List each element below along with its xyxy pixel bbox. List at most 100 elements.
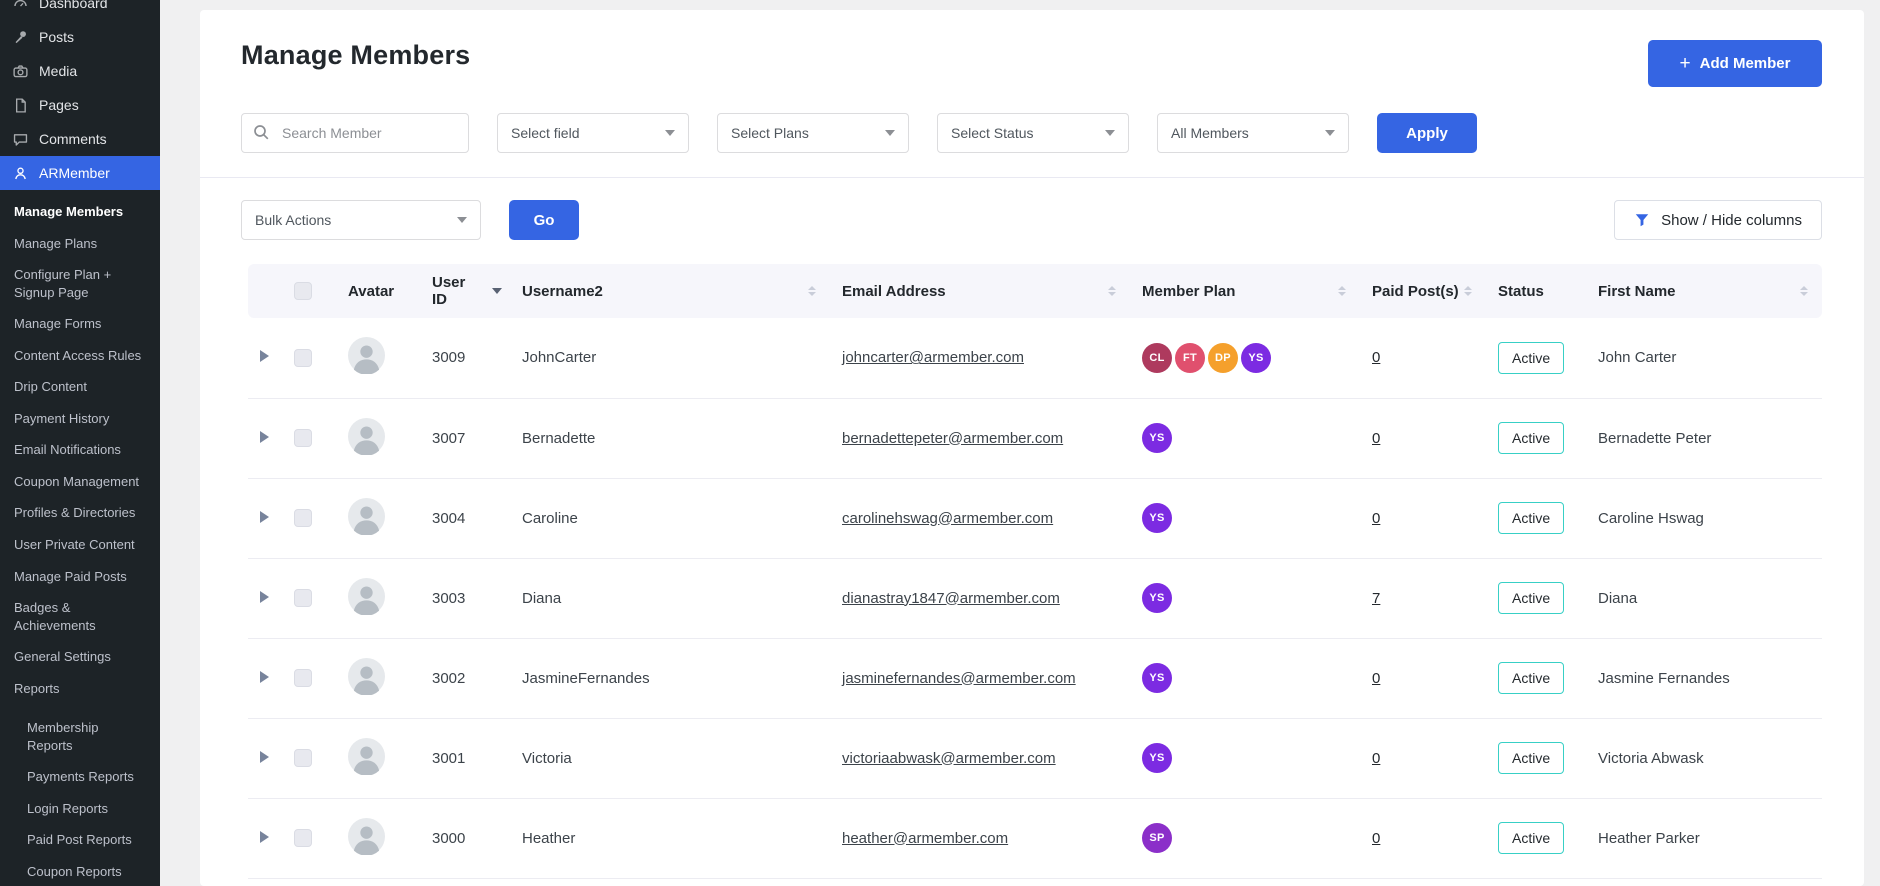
email-link[interactable]: heather@armember.com	[842, 830, 1008, 847]
sidebar-item-pages[interactable]: Pages	[0, 88, 160, 122]
sidebar-item-posts[interactable]: Posts	[0, 20, 160, 54]
plan-badge-sp[interactable]: SP	[1142, 823, 1172, 853]
column-header-status[interactable]: Status	[1486, 264, 1586, 318]
submenu-item-general-settings[interactable]: General Settings	[0, 641, 160, 673]
member-row: 3003 Diana dianastray1847@armember.com Y…	[248, 558, 1822, 639]
sort-desc-icon	[492, 288, 502, 294]
user-id-cell: 3004	[420, 478, 510, 559]
apply-button[interactable]: Apply	[1377, 113, 1477, 153]
sidebar-item-media[interactable]: Media	[0, 54, 160, 88]
sidebar-item-dashboard[interactable]: Dashboard	[0, 0, 160, 20]
show-hide-columns-button[interactable]: Show / Hide columns	[1614, 200, 1822, 240]
row-expand-icon[interactable]	[260, 590, 269, 603]
member-plan-badges: YS	[1142, 583, 1175, 613]
submenu-item-reports[interactable]: Reports	[0, 673, 160, 705]
paid-posts-link[interactable]: 0	[1372, 670, 1380, 687]
submenu-item-manage-forms[interactable]: Manage Forms	[0, 308, 160, 340]
submenu-item-manage-members[interactable]: Manage Members	[0, 196, 160, 228]
plan-badge-ys[interactable]: YS	[1142, 743, 1172, 773]
submenu-item-drip-content[interactable]: Drip Content	[0, 371, 160, 403]
row-checkbox[interactable]	[294, 829, 312, 848]
row-checkbox[interactable]	[294, 509, 312, 528]
email-link[interactable]: carolinehswag@armember.com	[842, 510, 1053, 527]
submenu-item-email-notifications[interactable]: Email Notifications	[0, 434, 160, 466]
email-link[interactable]: victoriaabwask@armember.com	[842, 750, 1056, 767]
bulk-actions-dropdown[interactable]: Bulk Actions	[241, 200, 481, 240]
column-header-first-name[interactable]: First Name	[1586, 264, 1822, 318]
chevron-down-icon	[1105, 130, 1115, 136]
select-field-dropdown[interactable]: Select field	[497, 113, 689, 153]
dashboard-icon	[12, 0, 29, 12]
submenu-item-manage-paid-posts[interactable]: Manage Paid Posts	[0, 561, 160, 593]
paid-posts-link[interactable]: 0	[1372, 430, 1380, 447]
row-expand-icon[interactable]	[260, 350, 269, 363]
paid-posts-link[interactable]: 7	[1372, 590, 1380, 607]
plan-badge-ft[interactable]: FT	[1175, 342, 1205, 373]
select-plans-dropdown[interactable]: Select Plans	[717, 113, 909, 153]
email-link[interactable]: dianastray1847@armember.com	[842, 590, 1060, 607]
sidebar-item-comments[interactable]: Comments	[0, 122, 160, 156]
paid-posts-link[interactable]: 0	[1372, 750, 1380, 767]
row-expand-icon[interactable]	[260, 510, 269, 523]
submenu-item-paid-post-reports[interactable]: Paid Post Reports	[0, 824, 160, 856]
first-name-cell: John Carter	[1586, 318, 1822, 399]
select-status-dropdown[interactable]: Select Status	[937, 113, 1129, 153]
submenu-item-login-reports[interactable]: Login Reports	[0, 793, 160, 825]
row-expand-icon[interactable]	[260, 750, 269, 763]
plan-badge-ys[interactable]: YS	[1241, 342, 1271, 373]
row-expand-icon[interactable]	[260, 830, 269, 843]
submenu-item-membership-reports[interactable]: Membership Reports	[0, 712, 160, 761]
email-link[interactable]: bernadettepeter@armember.com	[842, 430, 1063, 447]
member-plan-badges: SP	[1142, 823, 1175, 853]
submenu-item-payments-reports[interactable]: Payments Reports	[0, 761, 160, 793]
plan-badge-ys[interactable]: YS	[1142, 663, 1172, 693]
submenu-item-badges-achievements[interactable]: Badges & Achievements	[0, 592, 160, 641]
go-button[interactable]: Go	[509, 200, 579, 240]
email-link[interactable]: jasminefernandes@armember.com	[842, 670, 1076, 687]
main-content: Manage Members + Add Member Select field…	[160, 0, 1880, 886]
sidebar-item-armember[interactable]: ARMember	[0, 156, 160, 190]
paid-posts-link[interactable]: 0	[1372, 830, 1380, 847]
row-expand-icon[interactable]	[260, 670, 269, 683]
submenu-item-configure-plan-signup-page[interactable]: Configure Plan + Signup Page	[0, 259, 160, 308]
submenu-item-manage-plans[interactable]: Manage Plans	[0, 228, 160, 260]
table-header-row: Avatar User ID Username2 Email Address M…	[248, 264, 1822, 318]
submenu-item-user-private-content[interactable]: User Private Content	[0, 529, 160, 561]
column-header-user-id[interactable]: User ID	[420, 264, 510, 318]
row-checkbox[interactable]	[294, 669, 312, 688]
avatar	[348, 737, 385, 775]
column-header-email-address[interactable]: Email Address	[830, 264, 1130, 318]
row-checkbox[interactable]	[294, 348, 312, 367]
plan-badge-dp[interactable]: DP	[1208, 342, 1238, 373]
member-row: 3004 Caroline carolinehswag@armember.com…	[248, 478, 1822, 559]
all-members-dropdown[interactable]: All Members	[1157, 113, 1349, 153]
add-member-button[interactable]: + Add Member	[1648, 40, 1822, 87]
submenu-item-profiles-directories[interactable]: Profiles & Directories	[0, 497, 160, 529]
email-link[interactable]: johncarter@armember.com	[842, 349, 1024, 366]
column-header-member-plan[interactable]: Member Plan	[1130, 264, 1360, 318]
search-member-input[interactable]	[241, 113, 469, 153]
paid-posts-link[interactable]: 0	[1372, 510, 1380, 527]
sort-icon	[1464, 286, 1478, 296]
column-header-username2[interactable]: Username2	[510, 264, 830, 318]
column-header-paid-posts[interactable]: Paid Post(s)	[1360, 264, 1486, 318]
user-id-cell: 3009	[420, 318, 510, 399]
plan-badge-ys[interactable]: YS	[1142, 503, 1172, 533]
status-badge: Active	[1498, 502, 1565, 534]
plan-badge-cl[interactable]: CL	[1142, 342, 1172, 373]
member-row: 3001 Victoria victoriaabwask@armember.co…	[248, 718, 1822, 799]
plan-badge-ys[interactable]: YS	[1142, 583, 1172, 613]
submenu-item-coupon-reports[interactable]: Coupon Reports	[0, 856, 160, 886]
select-all-checkbox[interactable]	[294, 282, 312, 301]
plan-badge-ys[interactable]: YS	[1142, 423, 1172, 453]
row-checkbox[interactable]	[294, 589, 312, 608]
submenu-item-payment-history[interactable]: Payment History	[0, 403, 160, 435]
row-expand-icon[interactable]	[260, 430, 269, 443]
row-checkbox[interactable]	[294, 429, 312, 448]
member-plan-badges: YS	[1142, 503, 1175, 533]
row-checkbox[interactable]	[294, 749, 312, 768]
submenu-item-content-access-rules[interactable]: Content Access Rules	[0, 340, 160, 372]
submenu-item-coupon-management[interactable]: Coupon Management	[0, 466, 160, 498]
chevron-down-icon	[665, 130, 675, 136]
paid-posts-link[interactable]: 0	[1372, 349, 1380, 366]
